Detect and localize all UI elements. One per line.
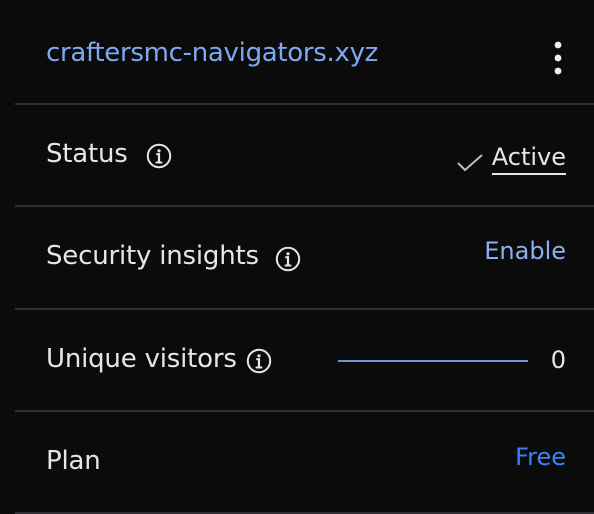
more-vertical-icon[interactable] — [546, 38, 570, 78]
status-value: Active — [396, 143, 566, 183]
status-row: Status Active — [0, 105, 594, 205]
status-active-link[interactable]: Active — [491, 143, 566, 175]
unique-visitors-count: 0 — [550, 346, 566, 374]
info-icon[interactable] — [246, 348, 272, 374]
domain-header: craftersmc-navigators.xyz — [0, 0, 594, 104]
security-insights-label: Security insights — [46, 241, 259, 271]
domain-name-link[interactable]: craftersmc-navigators.xyz — [46, 38, 378, 68]
enable-security-insights-link[interactable]: Enable — [484, 237, 566, 265]
status-label: Status — [46, 139, 128, 169]
plan-label: Plan — [46, 446, 101, 476]
unique-visitors-label: Unique visitors — [46, 344, 237, 374]
check-icon — [456, 153, 484, 173]
info-icon[interactable] — [275, 246, 301, 272]
plan-free-link[interactable]: Free — [515, 443, 566, 471]
domain-card: craftersmc-navigators.xyz Status Active … — [0, 0, 594, 514]
plan-row: Plan — [0, 412, 594, 512]
info-icon[interactable] — [146, 143, 172, 169]
visitors-sparkline — [338, 360, 528, 362]
